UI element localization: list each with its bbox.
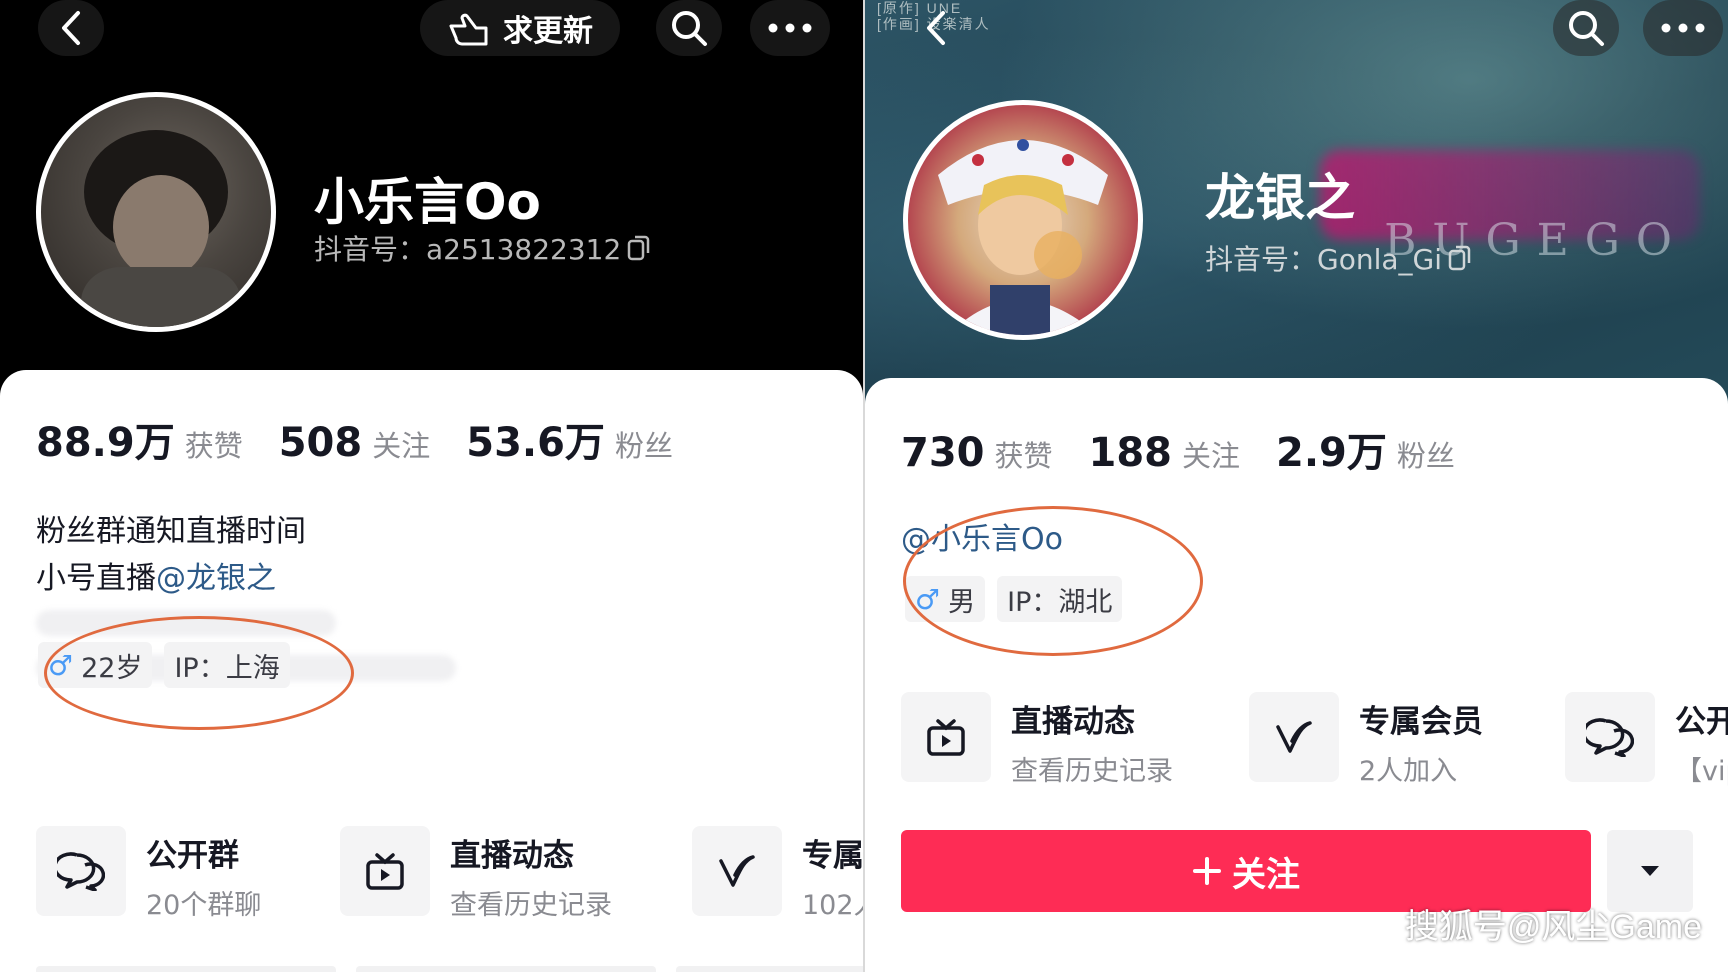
follow-button-label: 关注 <box>1232 854 1300 895</box>
stat-likes[interactable]: 88.9万 获赞 <box>36 410 243 468</box>
stat-following[interactable]: 188 关注 <box>1089 430 1241 476</box>
feature-live-activity[interactable]: 直播动态 查看历史记录 <box>340 826 658 922</box>
feature-subtitle: 20个群聊 <box>146 890 262 921</box>
feature-exclusive-member[interactable]: 专属会员 2人加入 <box>1249 692 1529 788</box>
tab-bar-placeholder <box>36 966 863 972</box>
avatar-photo <box>81 130 241 327</box>
pointing-hand-icon <box>449 13 488 46</box>
feature-exclusive-member[interactable]: 专属 102人 <box>692 826 863 922</box>
avatar[interactable] <box>903 100 1143 340</box>
bio-text: 小号直播 <box>36 561 156 596</box>
feature-title: 专属会员 <box>1359 704 1483 740</box>
request-update-button[interactable]: 求更新 <box>420 0 620 56</box>
left-profile-screenshot: 求更新 小乐言Oo 抖音号：a2513822312 88.9万 获赞 508 关… <box>0 0 863 972</box>
chat-bubbles-icon <box>1565 692 1655 782</box>
live-tv-icon <box>901 692 991 782</box>
feature-subtitle: 2人加入 <box>1359 756 1458 787</box>
account-id[interactable]: 抖音号：Gonla_Gi <box>1205 238 1472 278</box>
feature-row: 直播动态 查看历史记录 专属会员 2人加入 公开 【vi <box>901 692 1728 788</box>
more-options-button[interactable] <box>1643 0 1723 56</box>
feature-subtitle: 102人 <box>802 890 863 921</box>
feature-subtitle: 查看历史记录 <box>1011 756 1173 787</box>
feature-title: 公开群 <box>146 838 239 874</box>
feature-title: 公开 <box>1675 704 1728 740</box>
stat-followers-value: 53.6万 <box>466 420 605 466</box>
stat-likes-value: 88.9万 <box>36 420 175 466</box>
more-dots-icon <box>1661 23 1705 33</box>
back-button[interactable] <box>38 0 104 56</box>
copy-icon[interactable] <box>627 235 651 261</box>
request-update-label: 求更新 <box>503 14 593 49</box>
bio: 粉丝群通知直播时间 小号直播@龙银之 <box>36 508 306 602</box>
feature-subtitle: 【vip <box>1675 756 1728 787</box>
feature-text: 专属会员 2人加入 <box>1359 692 1483 788</box>
stat-following[interactable]: 508 关注 <box>279 420 431 466</box>
profile-name: 小乐言Oo <box>314 173 541 231</box>
search-icon <box>1569 11 1604 46</box>
more-dots-icon <box>768 23 812 33</box>
vip-v-icon <box>692 826 782 916</box>
feature-title: 专属 <box>802 838 863 874</box>
bio-line: 小号直播@龙银之 <box>36 555 306 602</box>
bio-line: 粉丝群通知直播时间 <box>36 514 306 549</box>
feature-live-activity[interactable]: 直播动态 查看历史记录 <box>901 692 1213 788</box>
feature-subtitle: 查看历史记录 <box>450 890 612 921</box>
profile-card: 730 获赞 188 关注 2.9万 粉丝 @小乐言Oo ♂ 男 IP：湖北 直… <box>865 378 1728 972</box>
copy-icon[interactable] <box>1448 245 1472 271</box>
profile-name: 龙银之 <box>1205 169 1355 227</box>
source-watermark: 搜狐号@风尘Game <box>1404 908 1702 946</box>
chevron-left-icon <box>927 11 945 45</box>
feature-public-group[interactable]: 公开 【vip <box>1565 692 1728 788</box>
back-button[interactable] <box>911 0 961 56</box>
stat-likes-value: 730 <box>901 430 985 476</box>
feature-text: 专属 102人 <box>802 826 863 922</box>
stat-followers[interactable]: 53.6万 粉丝 <box>466 410 673 468</box>
stat-followers-label: 粉丝 <box>614 429 673 463</box>
profile-stats: 730 获赞 188 关注 2.9万 粉丝 <box>901 420 1455 478</box>
profile-stats: 88.9万 获赞 508 关注 53.6万 粉丝 <box>36 410 673 468</box>
stat-likes-label: 获赞 <box>184 429 243 463</box>
annotation-circle <box>44 616 354 730</box>
live-tv-icon <box>340 826 430 916</box>
more-options-button[interactable] <box>750 0 830 56</box>
stat-following-value: 188 <box>1088 430 1173 476</box>
search-button[interactable] <box>1553 0 1619 56</box>
feature-title: 直播动态 <box>1011 704 1135 740</box>
profile-card: 88.9万 获赞 508 关注 53.6万 粉丝 粉丝群通知直播时间 小号直播@… <box>0 370 863 972</box>
search-icon <box>672 11 707 46</box>
stat-followers-label: 粉丝 <box>1396 439 1455 473</box>
feature-text: 直播动态 查看历史记录 <box>450 826 612 922</box>
account-id-text: 抖音号：Gonla_Gi <box>1205 243 1442 276</box>
chat-bubbles-icon <box>36 826 126 916</box>
stat-following-label: 关注 <box>372 429 431 463</box>
avatar-illustration <box>938 139 1108 335</box>
feature-text: 直播动态 查看历史记录 <box>1011 692 1173 788</box>
stat-likes-label: 获赞 <box>994 439 1053 473</box>
avatar[interactable] <box>36 92 276 332</box>
bio-mention-link[interactable]: @龙银之 <box>156 561 276 596</box>
stat-following-label: 关注 <box>1182 439 1241 473</box>
stat-followers-value: 2.9万 <box>1276 430 1387 476</box>
plus-icon <box>1193 857 1221 885</box>
search-button[interactable] <box>656 0 722 56</box>
annotation-circle <box>903 506 1203 656</box>
feature-title: 直播动态 <box>450 838 574 874</box>
feature-public-group[interactable]: 公开群 20个群聊 <box>36 826 306 922</box>
stat-following-value: 508 <box>278 420 363 466</box>
caret-down-icon <box>1641 866 1659 876</box>
account-id-text: 抖音号：a2513822312 <box>314 233 622 266</box>
stat-likes[interactable]: 730 获赞 <box>901 430 1053 476</box>
feature-text: 公开群 20个群聊 <box>146 826 261 922</box>
vip-v-icon <box>1249 692 1339 782</box>
account-id[interactable]: 抖音号：a2513822312 <box>314 228 651 268</box>
feature-row: 公开群 20个群聊 直播动态 查看历史记录 专属 102 <box>36 826 863 922</box>
chevron-left-icon <box>62 11 80 45</box>
feature-text: 公开 【vip <box>1675 692 1728 788</box>
stat-followers[interactable]: 2.9万 粉丝 <box>1276 420 1455 478</box>
right-profile-screenshot: BUGEGO [原作] UNE [作画] 设楽清人 龙银之 抖音号：Gonla_… <box>865 0 1728 972</box>
